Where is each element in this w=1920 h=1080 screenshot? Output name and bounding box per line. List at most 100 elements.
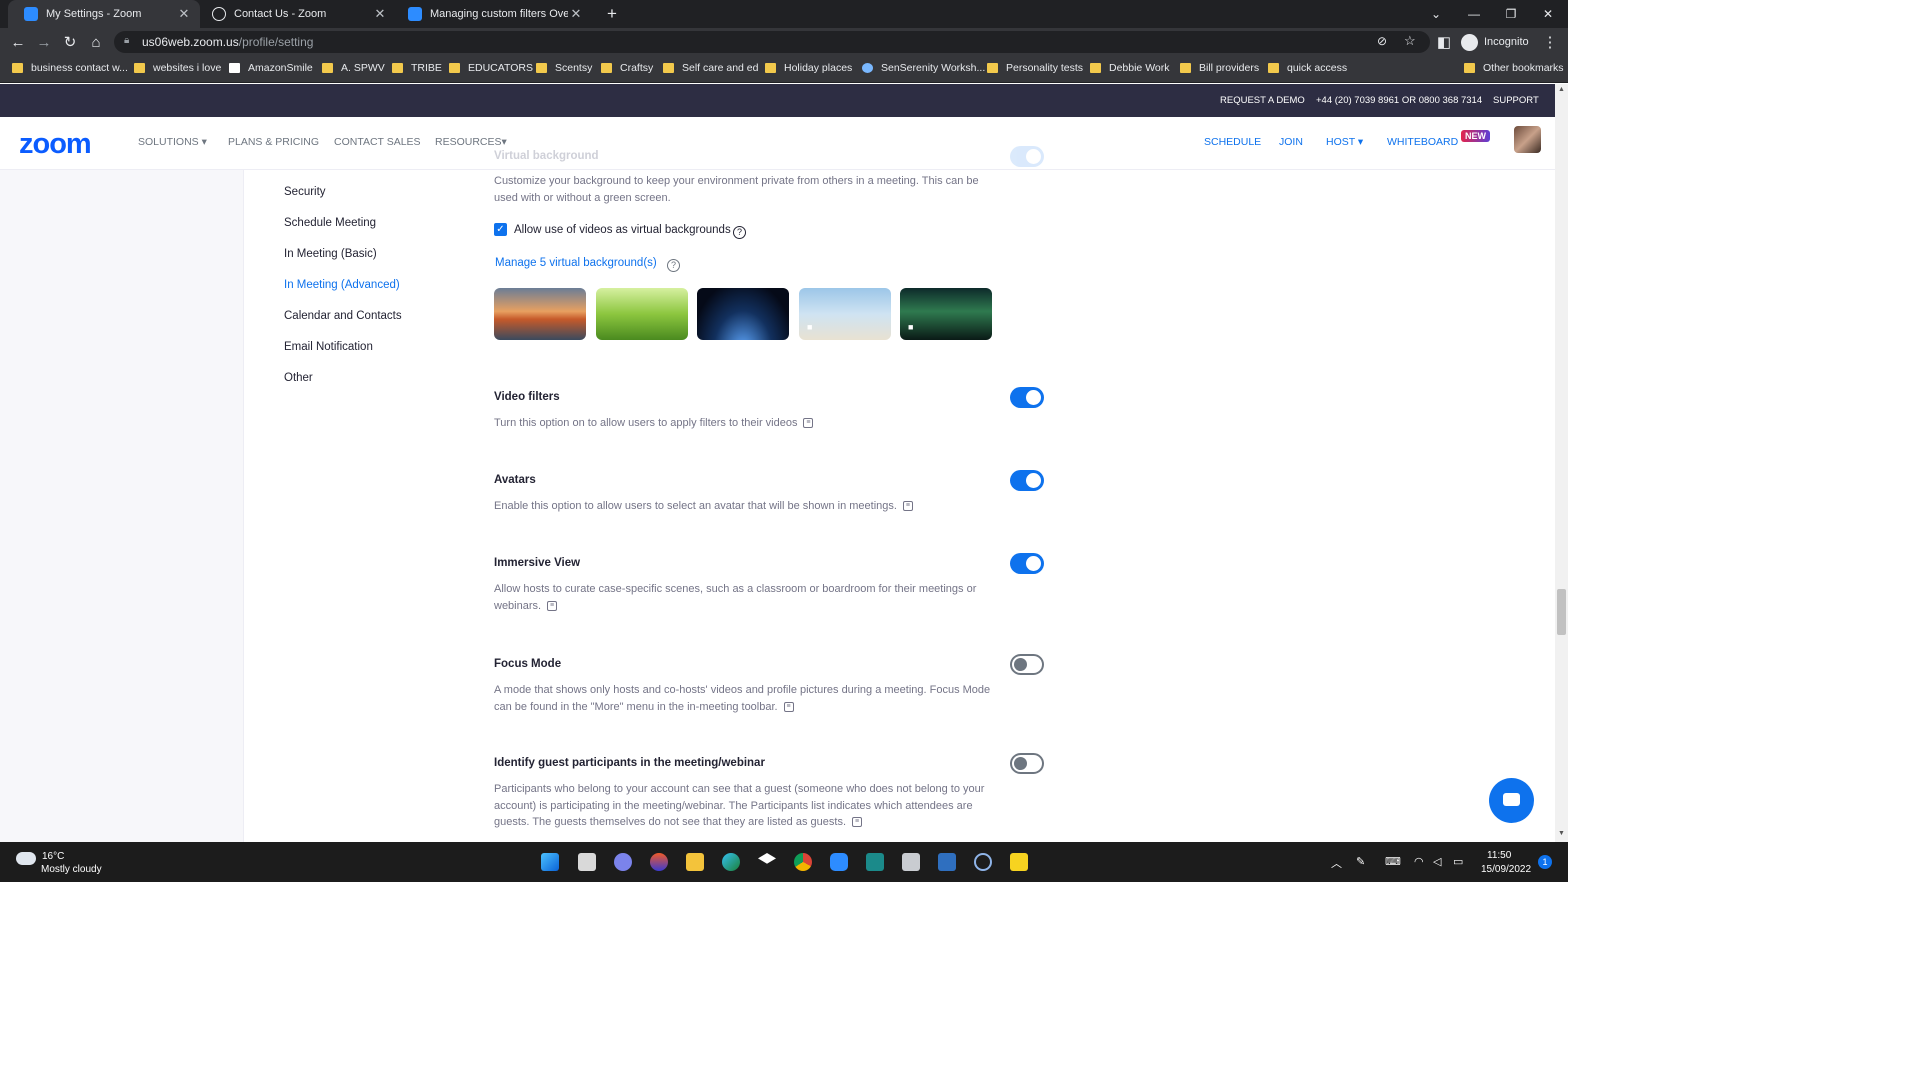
eye-off-icon[interactable]: ⊘: [1377, 34, 1387, 48]
app-icon[interactable]: [902, 853, 920, 871]
manage-backgrounds-link[interactable]: Manage 5 virtual background(s): [495, 257, 657, 269]
close-icon[interactable]: ✕: [568, 6, 584, 22]
identify-guests-toggle[interactable]: [1010, 753, 1044, 774]
bookmark-folder[interactable]: Scentsy: [536, 62, 592, 74]
profile-button[interactable]: Incognito: [1461, 32, 1529, 52]
bookmark-folder[interactable]: Personality tests: [987, 62, 1083, 74]
immersive-view-toggle[interactable]: [1010, 553, 1044, 574]
nav-solutions[interactable]: SOLUTIONS ▾: [138, 136, 207, 148]
scroll-up-icon[interactable]: ▲: [1558, 86, 1565, 93]
bookmark-folder[interactable]: quick access: [1268, 62, 1347, 74]
nav-join[interactable]: JOIN: [1279, 136, 1303, 148]
keyboard-icon[interactable]: ⌨: [1385, 855, 1401, 868]
clock-time[interactable]: 11:50: [1487, 850, 1511, 861]
background-thumbnail-grass[interactable]: [596, 288, 688, 340]
sidebar-item-security[interactable]: Security: [284, 186, 326, 198]
scroll-down-icon[interactable]: ▼: [1558, 830, 1565, 837]
close-icon[interactable]: ✕: [372, 6, 388, 22]
info-icon[interactable]: ≡: [902, 501, 913, 512]
scrollbar-thumb[interactable]: [1557, 589, 1566, 635]
bookmark-folder[interactable]: Bill providers: [1180, 62, 1259, 74]
sticky-notes-icon[interactable]: [1010, 853, 1028, 871]
bookmark-folder[interactable]: A. SPWV: [322, 62, 385, 74]
sidebar-item-calendar-contacts[interactable]: Calendar and Contacts: [284, 310, 402, 322]
nav-resources[interactable]: RESOURCES▾: [435, 136, 507, 148]
bookmark-folder[interactable]: TRIBE: [392, 62, 442, 74]
home-icon[interactable]: ⌂: [86, 32, 106, 52]
app-icon[interactable]: [866, 853, 884, 871]
wifi-icon[interactable]: ◠: [1414, 855, 1424, 868]
request-demo-link[interactable]: REQUEST A DEMO: [1220, 95, 1305, 106]
bookmark-folder[interactable]: EDUCATORS: [449, 62, 533, 74]
start-icon[interactable]: [541, 853, 559, 871]
app-icon[interactable]: [974, 853, 992, 871]
nav-host[interactable]: HOST ▾: [1326, 136, 1363, 148]
notification-badge[interactable]: 1: [1538, 855, 1552, 869]
app-icon[interactable]: [650, 853, 668, 871]
page-scrollbar[interactable]: ▲ ▼: [1555, 84, 1568, 842]
virtual-background-toggle[interactable]: [1010, 146, 1044, 167]
tab-contact-us[interactable]: Contact Us - Zoom ✕: [196, 0, 396, 28]
tab-search-icon[interactable]: ⌄: [1418, 0, 1454, 28]
nav-plans-pricing[interactable]: PLANS & PRICING: [228, 136, 319, 148]
chrome-icon[interactable]: [794, 853, 812, 871]
search-icon[interactable]: [578, 853, 596, 871]
other-bookmarks[interactable]: Other bookmarks: [1464, 62, 1564, 74]
battery-icon[interactable]: ▭: [1453, 855, 1463, 868]
url-input[interactable]: 🔒︎ us06web.zoom.us/profile/setting ⊘ ☆: [114, 31, 1430, 53]
bookmark-link[interactable]: AmazonSmile: [229, 62, 313, 74]
menu-icon[interactable]: ⋮: [1540, 32, 1560, 52]
close-icon[interactable]: ✕: [176, 6, 192, 22]
bookmark-folder[interactable]: Debbie Work: [1090, 62, 1170, 74]
avatars-toggle[interactable]: [1010, 470, 1044, 491]
avatar[interactable]: [1514, 126, 1541, 153]
bookmark-folder[interactable]: business contact w...: [12, 62, 128, 74]
background-thumbnail-beach[interactable]: ■: [799, 288, 891, 340]
bookmark-folder[interactable]: Self care and ed: [663, 62, 758, 74]
help-icon[interactable]: ?: [667, 259, 680, 272]
bookmark-folder[interactable]: Craftsy: [601, 62, 653, 74]
pen-icon[interactable]: ✎: [1356, 855, 1365, 868]
nav-whiteboard[interactable]: WHITEBOARD: [1387, 136, 1458, 148]
chat-button[interactable]: [1489, 778, 1534, 823]
star-icon[interactable]: ☆: [1404, 33, 1416, 49]
sidebar-item-in-meeting-basic[interactable]: In Meeting (Basic): [284, 248, 377, 260]
bookmark-folder[interactable]: Holiday places: [765, 62, 852, 74]
focus-mode-toggle[interactable]: [1010, 654, 1044, 675]
new-tab-icon[interactable]: +: [594, 0, 630, 28]
forward-icon[interactable]: →: [34, 32, 54, 52]
calculator-icon[interactable]: [938, 853, 956, 871]
close-window-icon[interactable]: ✕: [1530, 0, 1566, 28]
nav-schedule[interactable]: SCHEDULE: [1204, 136, 1261, 148]
restore-icon[interactable]: ❐: [1493, 0, 1529, 28]
allow-videos-checkbox[interactable]: ✓: [494, 223, 507, 236]
minimize-icon[interactable]: —: [1456, 0, 1492, 28]
help-icon[interactable]: ?: [733, 226, 746, 239]
background-thumbnail-earth[interactable]: [697, 288, 789, 340]
dropbox-icon[interactable]: [758, 853, 776, 864]
info-icon[interactable]: ≡: [803, 418, 814, 429]
info-icon[interactable]: ≡: [852, 817, 862, 828]
sidebar-item-email-notification[interactable]: Email Notification: [284, 341, 373, 353]
tab-managing-filters[interactable]: Managing custom filters Overview ✕: [392, 0, 592, 28]
zoom-app-icon[interactable]: [830, 853, 848, 871]
info-icon[interactable]: ≡: [783, 701, 794, 712]
sidebar-item-schedule-meeting[interactable]: Schedule Meeting: [284, 217, 376, 229]
edge-icon[interactable]: [722, 853, 740, 871]
nav-contact-sales[interactable]: CONTACT SALES: [334, 136, 421, 148]
video-filters-toggle[interactable]: [1010, 387, 1044, 408]
sidebar-item-other[interactable]: Other: [284, 372, 313, 384]
volume-icon[interactable]: ◁: [1433, 855, 1441, 868]
background-thumbnail-golden-gate[interactable]: [494, 288, 586, 340]
reload-icon[interactable]: ↻: [60, 32, 80, 52]
info-icon[interactable]: ≡: [547, 600, 558, 611]
file-explorer-icon[interactable]: [686, 853, 704, 871]
side-panel-icon[interactable]: ◧: [1434, 32, 1454, 52]
tab-my-settings[interactable]: My Settings - Zoom ✕: [8, 0, 200, 28]
background-thumbnail-aurora[interactable]: ■: [900, 288, 992, 340]
bookmark-link[interactable]: SenSerenity Worksh...: [862, 62, 985, 74]
chevron-up-icon[interactable]: ︿: [1331, 855, 1342, 871]
sidebar-item-in-meeting-advanced[interactable]: In Meeting (Advanced): [284, 279, 400, 291]
support-link[interactable]: SUPPORT: [1493, 95, 1539, 106]
clock-date[interactable]: 15/09/2022: [1481, 864, 1531, 875]
